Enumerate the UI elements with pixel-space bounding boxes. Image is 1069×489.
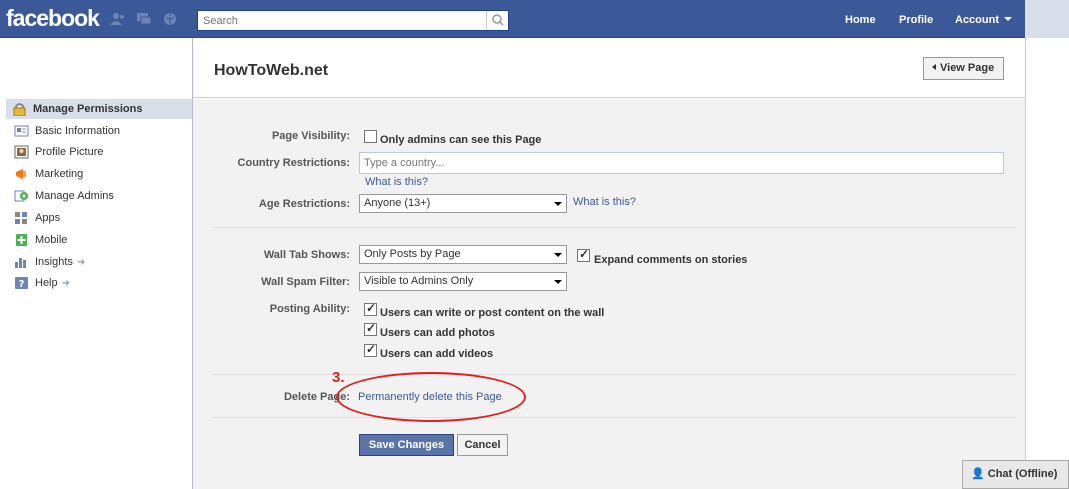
wall-spam-value: Visible to Admins Only bbox=[364, 275, 474, 287]
sidebar-item-mobile[interactable]: Mobile bbox=[8, 230, 192, 250]
chevron-left-icon bbox=[932, 64, 936, 70]
chevron-down-icon bbox=[554, 253, 562, 257]
messages-icon[interactable] bbox=[136, 12, 152, 26]
search-button[interactable] bbox=[486, 11, 508, 30]
sidebar-item-profile-picture[interactable]: Profile Picture bbox=[8, 142, 192, 162]
age-restrictions-value: Anyone (13+) bbox=[364, 197, 431, 209]
search-icon bbox=[492, 14, 504, 26]
page-visibility-option: Only admins can see this Page bbox=[380, 134, 542, 146]
wall-tab-select[interactable]: Only Posts by Page bbox=[359, 245, 567, 264]
chat-label: Chat (Offline) bbox=[987, 468, 1058, 480]
sidebar-item-help[interactable]: ? Help ➜ bbox=[8, 273, 192, 293]
country-field[interactable] bbox=[359, 152, 1004, 174]
page-header: HowToWeb.net View Page bbox=[193, 38, 1025, 98]
search-input[interactable] bbox=[198, 11, 483, 30]
posting-ability-label: Posting Ability: bbox=[269, 303, 350, 315]
apps-icon bbox=[15, 212, 27, 224]
age-restrictions-select[interactable]: Anyone (13+) bbox=[359, 194, 567, 213]
delete-page-label: Delete Page: bbox=[283, 391, 350, 403]
page-visibility-checkbox[interactable] bbox=[364, 130, 377, 143]
view-page-button[interactable]: View Page bbox=[923, 57, 1004, 80]
mobile-icon bbox=[16, 234, 27, 246]
nav-home-link[interactable]: Home bbox=[845, 14, 876, 26]
info-card-icon bbox=[14, 125, 29, 137]
sidebar-item-label: Insights bbox=[35, 256, 73, 268]
sidebar-item-marketing[interactable]: Marketing bbox=[8, 164, 192, 184]
arrow-right-icon: ➜ bbox=[76, 257, 86, 268]
posting-wall-checkbox[interactable] bbox=[364, 301, 377, 316]
wall-spam-label: Wall Spam Filter: bbox=[261, 276, 350, 288]
friend-requests-icon[interactable] bbox=[110, 12, 126, 26]
megaphone-icon bbox=[16, 169, 26, 179]
posting-photos-checkbox[interactable] bbox=[364, 321, 377, 336]
country-input[interactable] bbox=[360, 153, 1003, 173]
sidebar-item-insights-text: Insights ➜ bbox=[35, 256, 85, 268]
chat-bar[interactable]: 👤 Chat (Offline) bbox=[962, 460, 1069, 489]
topbar-right-filler bbox=[1025, 0, 1069, 38]
posting-photos-label: Users can add photos bbox=[380, 327, 495, 339]
nav-account-menu[interactable]: Account bbox=[955, 14, 1012, 26]
section-divider bbox=[213, 417, 1016, 418]
sidebar-item-label: Manage Admins bbox=[35, 190, 114, 202]
sidebar-item-apps[interactable]: Apps bbox=[8, 208, 192, 228]
expand-comments-checkbox[interactable] bbox=[577, 247, 590, 262]
admins-icon bbox=[14, 190, 28, 202]
insights-icon bbox=[15, 258, 26, 268]
annotation-step-number: 3. bbox=[332, 369, 345, 386]
cancel-button[interactable]: Cancel bbox=[457, 434, 508, 456]
lock-icon bbox=[13, 103, 26, 116]
age-what-is-this-link[interactable]: What is this? bbox=[573, 196, 636, 208]
posting-videos-checkbox[interactable] bbox=[364, 342, 377, 357]
main-right-border bbox=[1025, 38, 1026, 489]
annotation-highlight-ellipse bbox=[336, 372, 526, 422]
sidebar-item-label: Help bbox=[35, 277, 58, 289]
sidebar-item-label: Basic Information bbox=[35, 125, 120, 137]
arrow-right-icon: ➜ bbox=[61, 278, 71, 289]
sidebar-item-help-text: Help ➜ bbox=[35, 277, 70, 289]
sidebar-item-basic-information[interactable]: Basic Information bbox=[8, 121, 192, 141]
sidebar-item-label: Manage Permissions bbox=[33, 103, 143, 115]
sidebar-item-insights[interactable]: Insights ➜ bbox=[8, 252, 192, 272]
notifications-icon[interactable] bbox=[162, 12, 178, 26]
chat-person-icon: 👤 bbox=[971, 468, 985, 480]
age-restrictions-label: Age Restrictions: bbox=[258, 198, 350, 210]
search-box[interactable] bbox=[197, 10, 509, 31]
posting-videos-label: Users can add videos bbox=[380, 348, 494, 360]
nav-profile-link[interactable]: Profile bbox=[899, 14, 933, 26]
section-divider bbox=[213, 227, 1016, 228]
wall-tab-value: Only Posts by Page bbox=[364, 248, 461, 260]
chevron-down-icon bbox=[554, 202, 562, 206]
view-page-label: View Page bbox=[940, 62, 995, 74]
page-title[interactable]: HowToWeb.net bbox=[214, 62, 328, 80]
facebook-logo[interactable]: facebook bbox=[6, 5, 100, 32]
sidebar-item-label: Marketing bbox=[35, 168, 84, 180]
sidebar-item-manage-admins[interactable]: Manage Admins bbox=[8, 186, 192, 206]
wall-tab-label: Wall Tab Shows: bbox=[263, 249, 350, 261]
chevron-down-icon bbox=[1004, 17, 1012, 21]
posting-wall-label: Users can write or post content on the w… bbox=[380, 307, 605, 319]
nav-account-label: Account bbox=[955, 14, 999, 26]
country-restrictions-label: Country Restrictions: bbox=[237, 157, 350, 169]
wall-spam-select[interactable]: Visible to Admins Only bbox=[359, 272, 567, 291]
save-changes-button[interactable]: Save Changes bbox=[359, 434, 454, 456]
country-what-is-this-link[interactable]: What is this? bbox=[365, 176, 428, 188]
page-visibility-label: Page Visibility: bbox=[271, 130, 350, 142]
sidebar-item-manage-permissions[interactable]: Manage Permissions bbox=[6, 99, 192, 119]
expand-comments-label: Expand comments on stories bbox=[594, 254, 748, 266]
picture-icon bbox=[14, 145, 29, 159]
help-icon: ? bbox=[15, 277, 28, 290]
sidebar-item-label: Apps bbox=[35, 212, 61, 224]
svg-text:?: ? bbox=[19, 279, 25, 290]
sidebar-item-label: Profile Picture bbox=[35, 146, 104, 158]
chevron-down-icon bbox=[554, 280, 562, 284]
sidebar-item-label: Mobile bbox=[35, 234, 68, 246]
